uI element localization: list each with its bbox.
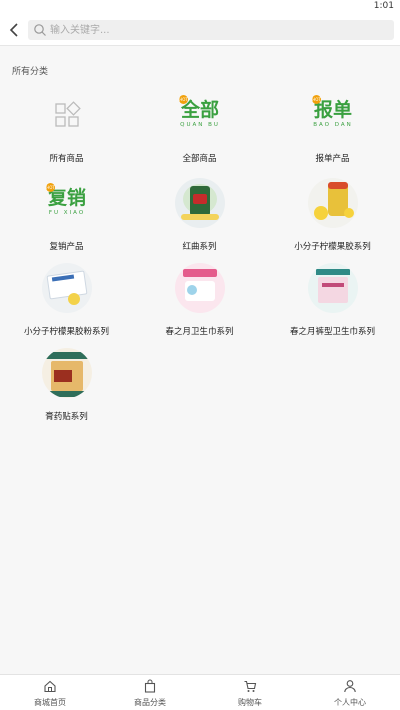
tab-profile[interactable]: 个人中心 (300, 675, 400, 710)
category-label: 红曲系列 (182, 242, 217, 252)
tab-label: 个人中心 (334, 698, 366, 707)
wordmark-pinyin: FU XIAO (48, 210, 86, 216)
hot-badge-icon: HOT (46, 183, 55, 192)
category-red-yeast[interactable]: 红曲系列 (133, 178, 266, 263)
category-label: 春之月裤型卫生巾系列 (289, 327, 375, 337)
category-lemon-pectin[interactable]: 小分子柠檬果胶系列 (266, 178, 399, 263)
shopping-bag-icon (144, 679, 156, 693)
user-icon (344, 680, 356, 693)
category-all-products[interactable]: 所有商品 (0, 90, 133, 175)
search-icon (34, 24, 46, 36)
status-bar: 1:01 (0, 0, 400, 14)
section-title: 所有分类 (12, 67, 49, 77)
status-time: 1:01 (373, 1, 394, 11)
category-label: 所有商品 (49, 154, 84, 164)
product-photo (308, 263, 358, 313)
red-yeast-thumb (175, 178, 225, 228)
category-label: 报单产品 (315, 154, 350, 164)
plaster-patch-thumb (42, 348, 92, 398)
tab-home[interactable]: 商城首页 (0, 675, 100, 710)
search-box[interactable] (28, 20, 394, 40)
spring-moon-pads-thumb (175, 263, 225, 313)
cart-icon (244, 680, 257, 692)
lemon-pectin-thumb (308, 178, 358, 228)
home-icon (44, 680, 56, 693)
product-photo (175, 263, 225, 313)
tab-label: 商品分类 (134, 698, 166, 707)
spring-moon-pants-thumb (308, 263, 358, 313)
category-label: 全部商品 (182, 154, 217, 164)
grid-squares-icon (42, 90, 92, 140)
product-photo (42, 348, 92, 398)
wordmark-pinyin: QUAN BU (180, 122, 220, 128)
wordmark-pinyin: BAO DAN (313, 122, 353, 128)
tab-label: 商城首页 (34, 698, 66, 707)
product-photo (42, 263, 92, 313)
hot-badge-icon: HOT (179, 95, 188, 104)
category-label: 春之月卫生巾系列 (165, 327, 234, 337)
header (0, 14, 400, 46)
bottom-tab-bar: 商城首页 商品分类 购物车 个人中心 (0, 674, 400, 710)
category-spring-moon-pants[interactable]: 春之月裤型卫生巾系列 (266, 263, 399, 348)
product-photo (175, 178, 225, 228)
repeat-sales-logo: HOT 复销 FU XIAO (42, 178, 92, 228)
category-all-goods[interactable]: HOT 全部 QUAN BU 全部商品 (133, 90, 266, 175)
product-photo (308, 178, 358, 228)
tab-label: 购物车 (238, 698, 262, 707)
category-label: 膏药贴系列 (45, 412, 88, 422)
category-lemon-pectin-powder[interactable]: 小分子柠檬果胶粉系列 (0, 263, 133, 348)
category-spring-moon-pads[interactable]: 春之月卫生巾系列 (133, 263, 266, 348)
all-goods-logo: HOT 全部 QUAN BU (175, 90, 225, 140)
category-label: 复销产品 (49, 242, 84, 252)
category-plaster-patch[interactable]: 膏药贴系列 (0, 348, 133, 433)
tab-categories[interactable]: 商品分类 (100, 675, 200, 710)
category-order-products[interactable]: HOT 报单 BAO DAN 报单产品 (266, 90, 399, 175)
chevron-left-icon[interactable] (6, 20, 24, 40)
category-label: 小分子柠檬果胶粉系列 (23, 327, 109, 337)
category-label: 小分子柠檬果胶系列 (294, 242, 371, 252)
tab-cart[interactable]: 购物车 (200, 675, 300, 710)
hot-badge-icon: HOT (312, 95, 321, 104)
category-repeat-sales[interactable]: HOT 复销 FU XIAO 复销产品 (0, 178, 133, 263)
lemon-pectin-powder-thumb (42, 263, 92, 313)
order-products-logo: HOT 报单 BAO DAN (308, 90, 358, 140)
search-input[interactable] (50, 22, 380, 38)
